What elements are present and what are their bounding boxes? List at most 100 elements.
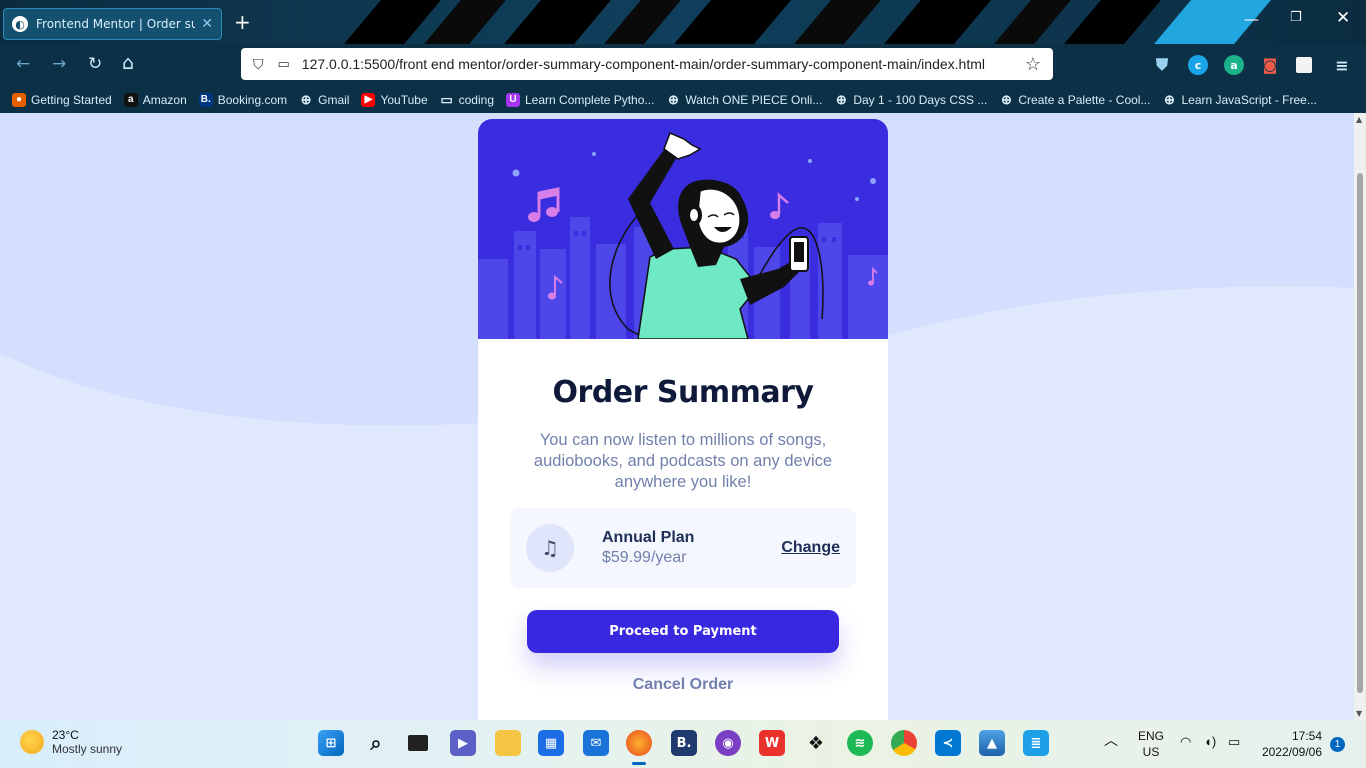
folder-icon: ▭ bbox=[440, 91, 453, 107]
bookmark-label: YouTube bbox=[380, 92, 428, 107]
frontend-mentor-favicon-icon: ◐ bbox=[12, 16, 28, 32]
bookmark-item[interactable]: U Learn Complete Pytho... bbox=[506, 92, 655, 107]
url-text[interactable]: 127.0.0.1:5500/front end mentor/order-su… bbox=[302, 56, 1025, 72]
reload-icon[interactable]: ↻ bbox=[88, 54, 102, 74]
page-scrollbar[interactable]: ▲ ▼ bbox=[1354, 113, 1366, 720]
spotify-icon[interactable]: ≋ bbox=[847, 730, 873, 756]
language-code: ENG bbox=[1138, 729, 1165, 743]
dropbox-icon[interactable]: ❖ bbox=[803, 730, 829, 756]
bookmark-item[interactable]: a Amazon bbox=[123, 92, 187, 107]
bookmark-star-icon[interactable]: ☆ bbox=[1025, 54, 1041, 75]
minimize-icon[interactable]: — bbox=[1244, 10, 1259, 28]
weather-widget[interactable]: 23°C Mostly sunny bbox=[20, 728, 122, 756]
extension-c-icon[interactable]: c bbox=[1188, 55, 1208, 75]
bookmark-item[interactable]: ⊕ Day 1 - 100 Days CSS ... bbox=[834, 91, 988, 107]
booking-app-icon[interactable]: B. bbox=[671, 730, 697, 756]
bookmark-item[interactable]: ⊕ Create a Palette - Cool... bbox=[999, 92, 1151, 107]
order-summary-card: Order Summary You can now listen to mill… bbox=[478, 119, 888, 720]
windows-start-icon[interactable]: ⊞ bbox=[318, 730, 344, 756]
microsoft-store-icon[interactable]: ▦ bbox=[538, 730, 564, 756]
screenshot-camera-icon[interactable]: ◙ bbox=[1260, 55, 1280, 75]
window-close-icon[interactable]: ✕ bbox=[1336, 8, 1350, 28]
change-plan-link[interactable]: Change bbox=[781, 539, 840, 557]
tab-close-icon[interactable]: ✕ bbox=[201, 16, 213, 32]
page-icon: ▭ bbox=[277, 56, 290, 71]
plan-box: ♫ Annual Plan $59.99/year Change bbox=[510, 508, 856, 588]
plan-name: Annual Plan bbox=[602, 529, 695, 546]
proceed-to-payment-button[interactable]: Proceed to Payment bbox=[527, 610, 839, 653]
notepad-icon[interactable]: ≣ bbox=[1023, 730, 1049, 756]
pocket-icon[interactable]: ⛊ bbox=[1152, 55, 1172, 75]
partly-sunny-icon bbox=[20, 730, 44, 754]
firefox-icon[interactable] bbox=[626, 730, 652, 765]
page-viewport: Order Summary You can now listen to mill… bbox=[0, 113, 1354, 720]
bookmark-item[interactable]: ⊕ Watch ONE PIECE Onli... bbox=[666, 91, 822, 107]
bookmarks-bar: ● Getting Started a Amazon B. Booking.com ⊕ Gma… bbox=[0, 86, 1366, 113]
photos-icon[interactable]: ▲ bbox=[979, 730, 1005, 756]
notification-badge[interactable]: 1 bbox=[1330, 737, 1345, 752]
bookmark-label: Amazon bbox=[142, 92, 187, 107]
scrollbar-thumb[interactable] bbox=[1357, 173, 1363, 693]
teams-chat-icon[interactable]: ▶ bbox=[450, 730, 476, 756]
music-note-icon: ♫ bbox=[526, 524, 574, 572]
bookmark-label: Create a Palette - Cool... bbox=[1018, 92, 1151, 107]
vscode-icon[interactable]: ≺ bbox=[935, 730, 961, 756]
menu-hamburger-icon[interactable]: ≡ bbox=[1332, 55, 1352, 75]
decor-stripe bbox=[490, 0, 620, 44]
github-icon[interactable]: ◉ bbox=[715, 730, 741, 756]
globe-icon: ⊕ bbox=[835, 91, 847, 107]
bookmark-label: Learn Complete Pytho... bbox=[525, 92, 655, 107]
notes-extension-icon[interactable] bbox=[1296, 57, 1312, 73]
globe-icon: ⊕ bbox=[667, 91, 679, 107]
bookmark-item[interactable]: ▶ YouTube bbox=[361, 92, 428, 107]
file-explorer-icon[interactable] bbox=[495, 730, 521, 756]
wps-office-icon[interactable]: W bbox=[759, 730, 785, 756]
battery-icon[interactable]: ▭ bbox=[1228, 734, 1240, 750]
weather-temperature: 23°C bbox=[52, 728, 79, 742]
browser-tab-bar: ◐ Frontend Mentor | Order summ ✕ + — ❐ ✕ bbox=[0, 0, 1366, 44]
bookmark-label: coding bbox=[458, 92, 494, 107]
bookmark-item[interactable]: B. Booking.com bbox=[198, 92, 288, 107]
shield-icon[interactable]: ⛉ bbox=[253, 56, 264, 73]
forward-arrow-icon[interactable]: → bbox=[52, 54, 66, 74]
bookmark-label: Booking.com bbox=[217, 92, 288, 107]
bookmark-item[interactable]: ⊕ Learn JavaScript - Free... bbox=[1162, 91, 1317, 107]
youtube-icon: ▶ bbox=[361, 92, 376, 107]
browser-tab-active[interactable]: ◐ Frontend Mentor | Order summ ✕ bbox=[3, 8, 222, 40]
clock-date: 2022/09/06 bbox=[1261, 745, 1322, 759]
show-hidden-icons-chevron-up-icon[interactable]: ︿ bbox=[1104, 732, 1118, 748]
scroll-down-arrow-icon[interactable]: ▼ bbox=[1356, 709, 1362, 718]
wifi-icon[interactable]: ◠ bbox=[1180, 734, 1191, 750]
volume-icon[interactable]: ◖) bbox=[1204, 734, 1216, 750]
scroll-up-arrow-icon[interactable]: ▲ bbox=[1356, 115, 1362, 124]
cancel-order-link[interactable]: Cancel Order bbox=[478, 676, 888, 694]
page-title: Order Summary bbox=[552, 375, 814, 410]
bookmark-label: Getting Started bbox=[31, 92, 112, 107]
restore-icon[interactable]: ❐ bbox=[1290, 10, 1302, 25]
bookmark-item[interactable]: ▭ coding bbox=[440, 91, 494, 107]
chrome-icon[interactable] bbox=[891, 730, 917, 756]
home-icon[interactable]: ⌂ bbox=[122, 52, 134, 74]
bookmark-item[interactable]: ● Getting Started bbox=[12, 92, 112, 107]
mail-icon[interactable]: ✉ bbox=[583, 730, 609, 756]
firefox-icon: ● bbox=[12, 92, 26, 107]
decor-stripe bbox=[780, 0, 890, 44]
address-bar[interactable]: ⛉ ▭ 127.0.0.1:5500/front end mentor/orde… bbox=[241, 48, 1053, 80]
browser-nav-bar: ← → ↻ ⌂ ⛉ ▭ 127.0.0.1:5500/front end men… bbox=[0, 44, 1366, 86]
clock-time: 17:54 bbox=[1291, 729, 1322, 743]
back-arrow-icon[interactable]: ← bbox=[16, 54, 30, 74]
bookmark-item[interactable]: ⊕ Gmail bbox=[299, 92, 350, 107]
plan-price: $59.99/year bbox=[602, 549, 687, 566]
windows-taskbar: 23°C Mostly sunny ⊞ ⌕ ▶ ▦ ✉ B. ◉ W ❖ ≋ ≺… bbox=[0, 720, 1366, 768]
search-icon[interactable]: ⌕ bbox=[363, 730, 389, 756]
decor-stripe bbox=[660, 0, 800, 44]
language-indicator[interactable]: ENG US bbox=[1138, 728, 1164, 760]
extension-a-icon[interactable]: a bbox=[1224, 55, 1244, 75]
udemy-icon: U bbox=[506, 92, 520, 107]
task-view-icon[interactable] bbox=[405, 730, 431, 756]
bookmark-label: Gmail bbox=[318, 92, 350, 107]
card-description: You can now listen to millions of songs,… bbox=[533, 431, 833, 491]
clock[interactable]: 17:54 2022/09/06 bbox=[1260, 728, 1322, 760]
new-tab-plus-icon[interactable]: + bbox=[234, 10, 251, 34]
globe-icon: ⊕ bbox=[1164, 91, 1175, 107]
